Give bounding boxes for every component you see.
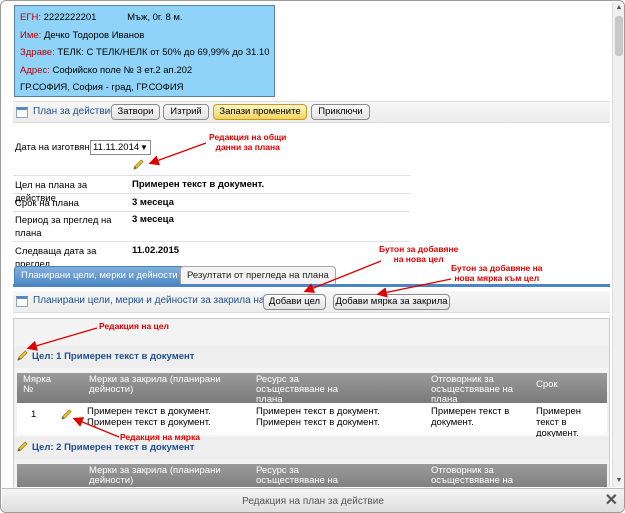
goal-title: Цел: 2 Примерен текст в документ [32, 442, 195, 453]
window-icon [16, 107, 28, 118]
name-value: Дечко Тодоров Иванов [43, 29, 145, 41]
date-select[interactable]: 11.11.2014 ▼ [90, 140, 151, 155]
scroll-down-icon[interactable]: ▼ [613, 475, 624, 487]
edit-plan-pencil-icon[interactable] [133, 159, 144, 170]
annotation-edit-measure: Редакция на мярка [120, 432, 200, 442]
dialog-window: ЕГН: 2222222201 Мъж, 0г. 8 м. Име: Дечко… [0, 0, 625, 513]
scroll-up-icon[interactable]: ▲ [613, 2, 624, 14]
goal-header: Цел: 2 Примерен текст в документ [14, 437, 609, 459]
date-value: 11.11.2014 [93, 142, 140, 153]
dialog-content: ЕГН: 2222222201 Мъж, 0г. 8 м. Име: Дечко… [2, 2, 612, 487]
dialog-footer: Редакция на план за действие ✕ [2, 488, 624, 512]
region-value: ГР.СОФИЯ, София - град, ГР.СОФИЯ [20, 82, 184, 93]
annotation-edit-goal: Редакция на цел [99, 321, 169, 331]
plan-term-value: 3 месеца [132, 197, 174, 208]
divider [13, 175, 410, 176]
plan-term-label: Срок на плана [15, 198, 79, 209]
close-icon[interactable]: ✕ [605, 492, 618, 510]
goals-panel: Цел: 1 Примерен текст в документ Мярка №… [13, 318, 610, 487]
review-period-value: 3 месеца [132, 214, 174, 225]
annotation-add-goal: Бутон за добавяне на нова цел [379, 244, 459, 264]
add-measure-button[interactable]: Добави мярка за закрила [333, 294, 450, 310]
edit-measure-pencil-icon[interactable] [61, 409, 72, 420]
col-owner: Отговорник за осъществяване на плана [431, 374, 514, 405]
col-resource: Ресурс за осъществяване на плана [256, 465, 339, 488]
tab-planned-goals[interactable]: Планирани цели, мерки и дейности [14, 266, 185, 286]
plan-toolbar: План за действие Затвори Изтрий Запази п… [13, 101, 610, 123]
measures-table-header: Мярка № Мерки за закрила (планирани дейн… [17, 373, 607, 405]
scrollbar-thumb[interactable] [615, 16, 623, 56]
measures-table-header: Мерки за закрила (планирани дейности) Ре… [17, 464, 607, 487]
person-info-box: ЕГН: 2222222201 Мъж, 0г. 8 м. Име: Дечко… [14, 5, 275, 97]
annotation-add-measure: Бутон за добавяне на нова мярка към цел [451, 263, 543, 283]
window-icon [16, 296, 28, 307]
plan-toolbar-title: План за действие [33, 106, 116, 117]
measure-text: Примерен текст в документ. Примерен текс… [87, 406, 211, 428]
delete-button[interactable]: Изтрий [163, 104, 209, 120]
owner-text: Примерен текст в документ. [431, 406, 510, 428]
edit-goal-pencil-icon[interactable] [17, 350, 28, 361]
col-measure-num: Мярка № [23, 374, 51, 395]
edit-goal-pencil-icon[interactable] [17, 441, 28, 452]
save-button[interactable]: Запази промените [213, 104, 307, 120]
tab-review-results[interactable]: Резултати от прегледа на плана [180, 266, 336, 286]
divider [13, 193, 410, 194]
table-row: 1 Примерен текст в документ. Примерен те… [17, 403, 607, 439]
chevron-down-icon: ▼ [140, 143, 148, 152]
health-value: ТЕЛК: С ТЕЛК/НЕЛК от 50% до 69,99% до 31… [57, 47, 269, 58]
resource-text: Примерен текст в документ. Примерен текс… [256, 406, 380, 428]
col-term: Срок [536, 379, 558, 390]
tab-underline [13, 284, 610, 287]
dialog-title: Редакция на план за действие [242, 496, 384, 507]
health-label: Здраве: [20, 47, 55, 58]
address-value: Софийско поле № 3 ет.2 ап.202 [52, 64, 193, 76]
goals-toolbar: Планирани цели, мерки и дейности за закр… [13, 291, 610, 313]
close-button[interactable]: Затвори [111, 104, 160, 120]
finish-button[interactable]: Приключи [311, 104, 370, 120]
term-text: Примерен текст в документ. [536, 406, 582, 439]
add-goal-button[interactable]: Добави цел [263, 294, 326, 310]
divider [13, 241, 410, 242]
next-review-value: 11.02.2015 [132, 245, 180, 256]
measure-num: 1 [31, 409, 37, 420]
address-label: Адрес: [20, 64, 50, 76]
egn-label: ЕГН: [20, 12, 41, 23]
goals-toolbar-title: Планирани цели, мерки и дейности за закр… [33, 295, 299, 306]
date-label: Дата на изготвяне [15, 142, 95, 153]
vertical-scrollbar[interactable]: ▲ ▼ [612, 2, 624, 487]
col-resource: Ресурс за осъществяване на плана [256, 374, 339, 405]
review-period-label: Период за преглед на плана [15, 215, 112, 239]
col-measures: Мерки за закрила (планирани дейности) [89, 465, 221, 486]
annotation-edit-plan: Редакция на общи данни за плана [209, 132, 287, 152]
goal-title: Цел: 1 Примерен текст в документ [32, 351, 195, 362]
goal-header: Цел: 1 Примерен текст в документ [14, 346, 609, 368]
egn-value: 2222222201 [43, 12, 97, 23]
divider [13, 211, 410, 212]
gender-age: Мъж, 0г. 8 м. [127, 12, 183, 23]
name-label: Име: [20, 29, 42, 41]
plan-goal-value: Примерен текст в документ. [132, 179, 265, 190]
col-measures: Мерки за закрила (планирани дейности) [89, 374, 221, 395]
col-owner: Отговорник за осъществяване на плана [431, 465, 514, 488]
